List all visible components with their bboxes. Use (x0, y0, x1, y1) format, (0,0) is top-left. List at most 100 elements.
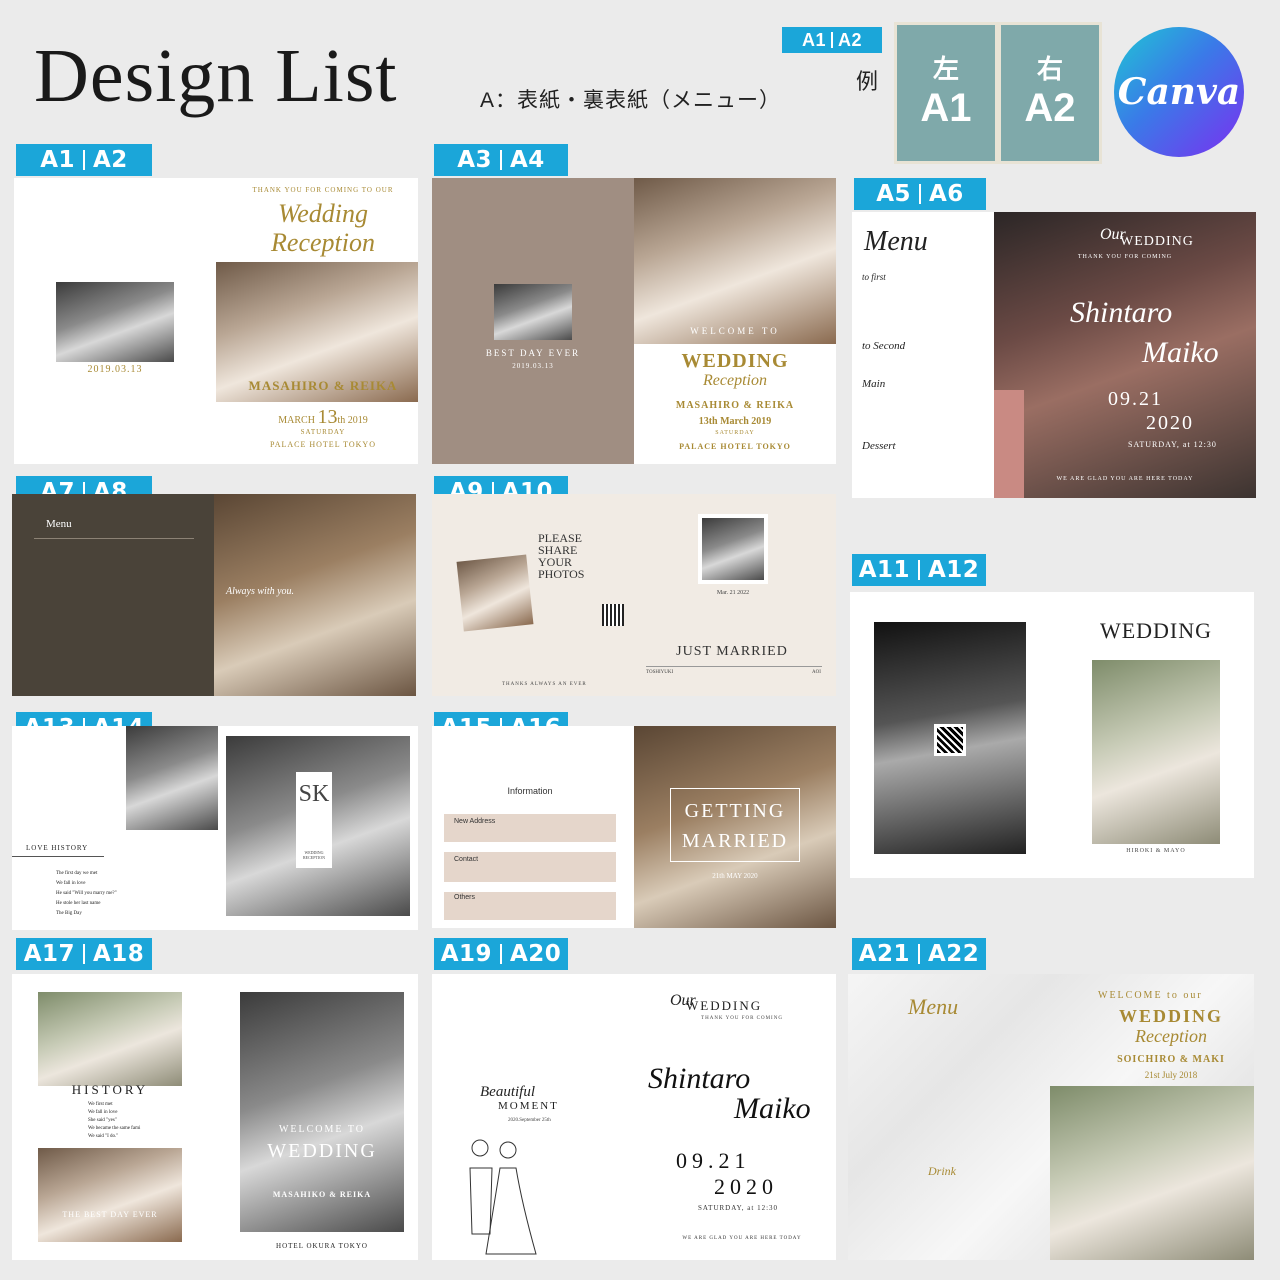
couple-photo (1092, 660, 1220, 844)
couple-names: MASAHIKO & REIKA (272, 1190, 372, 1199)
drink-title: Drink (928, 1164, 956, 1178)
design-a21-a22[interactable]: Menu Drink WELCOME to our WEDDING Recept… (848, 974, 1254, 1260)
tag-a21-a22: A21 A22 (852, 938, 986, 970)
weekday-text: SATURDAY (300, 428, 346, 436)
divider (646, 666, 822, 667)
wedding-title: WEDDING (1099, 618, 1213, 643)
year-text: 2019 (347, 415, 368, 426)
tag-right-code: A12 (928, 557, 980, 583)
venue-text: PALACE HOTEL TOKYO (269, 440, 376, 449)
qr-code-icon (602, 604, 624, 626)
tag-a11-a12: A11 A12 (852, 554, 986, 586)
tag-left-code: A19 (440, 941, 492, 967)
groom-name: Shintaro (1070, 296, 1173, 329)
design-a9-a10[interactable]: PLEASE SHARE YOUR PHOTOS Mar. 21 2022 JU… (432, 494, 836, 696)
history-event: We first met (88, 1102, 113, 1107)
course-first: to first (862, 272, 886, 282)
information-title: Information (507, 786, 553, 796)
tag-left-code: A5 (876, 181, 911, 207)
example-right-code: A2 (1024, 86, 1076, 130)
tag-a17-a18: A17 A18 (16, 938, 152, 970)
history-event: We said "I do." (88, 1134, 119, 1139)
weekday-text: SATURDAY (715, 430, 755, 436)
script-title: Reception (1135, 1026, 1207, 1046)
design-a15-a16[interactable]: Information New Address Contact Others G… (432, 726, 836, 928)
tag-a1-a2: A1 A2 (16, 144, 152, 176)
just-married-text: JUST MARRIED (676, 644, 788, 659)
moment-text: MOMENT (498, 1100, 559, 1112)
design-a1-a2[interactable]: 2019.03.13 THANK YOU FOR COMING TO OUR W… (14, 178, 418, 464)
tag-left-code: A11 (858, 557, 910, 583)
design-a19-a20[interactable]: Beautiful MOMENT 2020.September 25th Our… (432, 974, 836, 1260)
tag-left-code: A1 (40, 147, 75, 173)
design-a17-a18[interactable]: HISTORY We first met We fall in love She… (12, 974, 418, 1260)
thanks-text: THANKS ALWAYS AN EVER (502, 682, 587, 687)
top-photo (38, 992, 182, 1086)
cover-photo (494, 284, 572, 340)
month-text: MARCH (278, 415, 315, 426)
page-subtitle: A：表紙・裏表紙（メニュー） (480, 89, 782, 112)
silhouette-photo (126, 726, 218, 830)
design-a13-a14[interactable]: LOVE HISTORY The first day we met We fal… (12, 726, 418, 930)
time-text: SATURDAY, at 12:30 (1128, 440, 1217, 449)
canva-logo: Canva (1114, 27, 1244, 157)
address-label: New Address (454, 818, 496, 825)
couple-names: MASAHIRO & REIKA (675, 400, 795, 411)
history-event: The Big Day (56, 911, 82, 916)
bride-name: Maiko (734, 1092, 811, 1125)
welcome-text: WELCOME TO (278, 1124, 365, 1135)
legend-right-code: A2 (838, 29, 863, 50)
qr-code-icon (934, 724, 966, 756)
groom-name: TOSHIYUKI (646, 670, 674, 675)
wedding-title: WEDDING (1120, 234, 1194, 249)
tag-right-code: A20 (510, 941, 562, 967)
example-left-card: 左 A1 (894, 22, 998, 164)
tag-left-code: A17 (23, 941, 75, 967)
tag-right-code: A2 (93, 147, 128, 173)
tag-right-code: A6 (929, 181, 964, 207)
design-a5-a6[interactable]: Menu to first to Second Main Dessert Our… (852, 212, 1256, 498)
design-a7-a8[interactable]: Menu Always with you. (12, 494, 416, 696)
bottom-text: WE ARE GLAD YOU ARE HERE TODAY (1056, 476, 1194, 482)
history-title: HISTORY (71, 1082, 149, 1097)
contact-label: Contact (454, 856, 479, 863)
example-left-code: A1 (920, 86, 972, 130)
date-text: 13th March 2019 (698, 416, 772, 427)
bride-name: AOI (812, 670, 821, 675)
cover-photo (56, 282, 174, 362)
wedding-title: WEDDING (1118, 1006, 1223, 1026)
couple-names: MASAHIRO & REIKA (248, 378, 398, 393)
design-a3-a4[interactable]: BEST DAY EVER 2019.03.13 WELCOME TO WEDD… (432, 178, 836, 464)
couple-names: SOICHIRO & MAKI (1117, 1054, 1225, 1065)
welcome-text: WELCOME TO (690, 326, 780, 336)
others-label: Others (454, 894, 476, 901)
tag-right-code: A18 (93, 941, 145, 967)
legend-example-label: 例 (856, 69, 879, 94)
menu-title: Menu (908, 994, 959, 1019)
history-event: We fall in love (56, 881, 86, 886)
couple-photo (1050, 1086, 1254, 1260)
course-main: Main (862, 378, 886, 390)
tag-left-code: A21 (858, 941, 910, 967)
wedding-text: WEDDING RECEPTION (303, 850, 325, 860)
couple-names: HIROKI & MAYO (1126, 848, 1186, 854)
history-event: We fall in love (88, 1110, 118, 1115)
page-title: Design List (34, 34, 398, 118)
script-text: Always with you. (226, 586, 295, 597)
tag-a3-a4: A3 A4 (434, 144, 568, 176)
menu-divider (34, 538, 194, 539)
script-title: Reception (703, 372, 767, 389)
left-page-bg (12, 494, 214, 696)
tag-right-code: A22 (928, 941, 980, 967)
share-photos-text: PLEASE SHARE YOUR PHOTOS (538, 531, 585, 581)
tag-a5-a6: A5 A6 (854, 178, 986, 210)
course-second: to Second (862, 340, 906, 352)
wedding-title: WEDDING (686, 998, 763, 1013)
example-left-label: 左 (932, 54, 959, 84)
bottom-text: WE ARE GLAD YOU ARE HERE TODAY (682, 1236, 802, 1241)
example-right-card: 右 A2 (998, 22, 1102, 164)
thanks-text: THANK YOU FOR COMING TO OUR (252, 186, 394, 194)
design-a11-a12[interactable]: WEDDING HIROKI & MAYO (850, 592, 1254, 878)
getting-text: GETTING (684, 800, 786, 822)
example-right-label: 右 (1036, 54, 1063, 84)
